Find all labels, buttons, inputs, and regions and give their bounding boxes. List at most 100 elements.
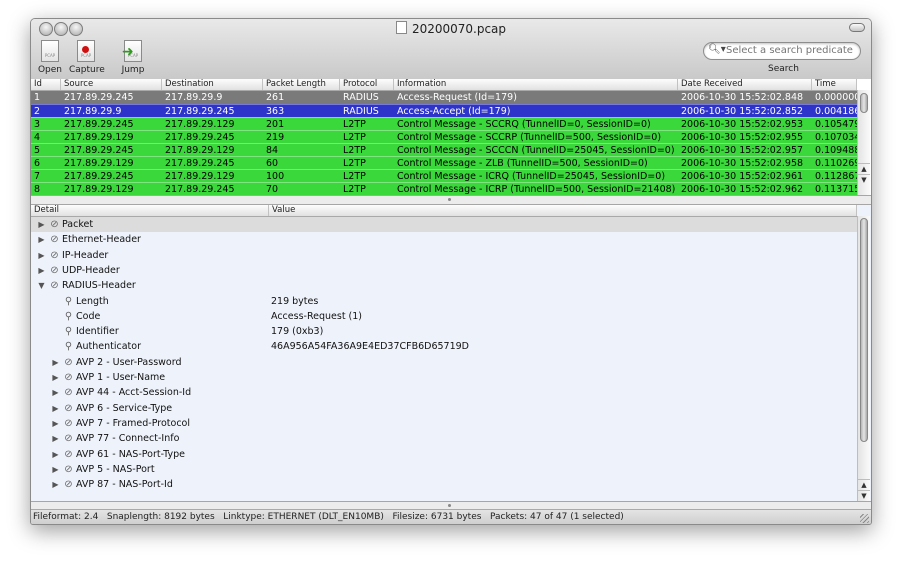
split-divider-top[interactable] (31, 195, 871, 205)
detail-row[interactable]: ▶ ⊘ AVP 7 - Framed-Protocol (31, 416, 857, 431)
column-header-protocol[interactable]: Protocol (340, 79, 394, 90)
packet-row[interactable]: 6 217.89.29.129 217.89.29.245 60 L2TP Control… (31, 156, 857, 170)
detail-label: RADIUS-Header (62, 280, 136, 292)
magnifier-icon: ⚲ (64, 326, 73, 338)
column-header-source[interactable]: Source (61, 79, 162, 90)
detail-value: 46A956A54FA36A9E4ED37CFB6D65719D (271, 341, 469, 353)
column-header-destination[interactable]: Destination (162, 79, 263, 90)
disclosure-closed-icon[interactable]: ▶ (37, 232, 46, 247)
scroll-up-arrow-icon[interactable]: ▲ (858, 163, 870, 174)
paperclip-icon: ⊘ (64, 372, 73, 383)
detail-row[interactable]: ▶ ⊘ AVP 5 - NAS-Port (31, 462, 857, 477)
detail-label: AVP 44 - Acct-Session-Id (76, 387, 192, 399)
search-icon[interactable]: 🔍︎▾ (708, 44, 726, 55)
paperclip-icon: ⊘ (64, 479, 73, 491)
packet-list-header: Id Source Destination Packet Length Protocol… (31, 79, 857, 91)
detail-label: AVP 5 - NAS-Port (76, 463, 155, 475)
detail-row[interactable]: ▶ ⊘ AVP 77 - Connect-Info (31, 431, 857, 446)
packet-row[interactable]: 8 217.89.29.129 217.89.29.245 70 L2TP Control… (31, 182, 857, 196)
detail-row[interactable]: ▶ ⊘ AVP 44 - Acct-Session-Id (31, 385, 857, 400)
paperclip-icon: ⊘ (64, 463, 73, 475)
resize-grip-icon[interactable] (860, 514, 869, 523)
split-handle-icon (448, 504, 451, 507)
detail-scrollbar[interactable]: ▲ ▼ (857, 216, 870, 501)
search-field[interactable]: 🔍︎▾ (703, 42, 861, 60)
window-title-text: 20200070.pcap (411, 22, 507, 36)
column-header-id[interactable]: Id (31, 79, 61, 90)
detail-row[interactable]: ▶ ⊘ AVP 6 - Service-Type (31, 401, 857, 416)
packet-row[interactable]: 1 217.89.29.245 217.89.29.9 261 RADIUS Access… (31, 91, 857, 104)
packet-row[interactable]: 7 217.89.29.245 217.89.29.129 100 L2TP Contro… (31, 169, 857, 183)
detail-label: AVP 7 - Framed-Protocol (76, 417, 190, 429)
disclosure-closed-icon[interactable]: ▶ (51, 416, 60, 431)
capture-button[interactable]: PCAP Capture (69, 40, 105, 75)
disclosure-closed-icon[interactable]: ▶ (51, 431, 60, 446)
packet-cell-destination: 217.89.29.9 (165, 92, 223, 103)
detail-column-header-value[interactable]: Value (269, 205, 857, 216)
paperclip-icon: ⊘ (64, 448, 73, 460)
detail-scroll-up-arrow-icon[interactable]: ▲ (858, 479, 870, 490)
detail-row[interactable]: ⚲ Length 219 bytes (31, 294, 857, 309)
paperclip-icon: ⊘ (50, 249, 59, 261)
disclosure-closed-icon[interactable]: ▶ (37, 263, 46, 278)
paperclip-icon: ⊘ (50, 264, 59, 276)
packet-list: Id Source Destination Packet Length Protocol… (31, 79, 871, 196)
packet-cell-protocol: RADIUS (343, 92, 379, 103)
search-input[interactable] (726, 44, 854, 57)
disclosure-closed-icon[interactable]: ▶ (37, 217, 46, 232)
packet-row[interactable]: 4 217.89.29.129 217.89.29.245 219 L2TP Contro… (31, 130, 857, 144)
disclosure-closed-icon[interactable]: ▶ (51, 477, 60, 492)
detail-value: Access-Request (1) (271, 310, 363, 322)
disclosure-closed-icon[interactable]: ▶ (51, 385, 60, 400)
jump-button[interactable]: PCAP ➜ Jump (116, 40, 150, 75)
detail-label: AVP 1 - User-Name (76, 372, 166, 383)
column-header-length[interactable]: Packet Length (263, 79, 340, 90)
disclosure-closed-icon[interactable]: ▶ (51, 447, 60, 462)
toolbar-toggle-button[interactable] (849, 23, 865, 32)
scroll-down-arrow-icon[interactable]: ▼ (858, 174, 870, 185)
paperclip-icon: ⊘ (64, 433, 73, 445)
paperclip-icon: ⊘ (64, 402, 73, 414)
detail-label: UDP-Header (62, 264, 120, 276)
disclosure-open-icon[interactable]: ▼ (37, 278, 46, 293)
jump-label: Jump (121, 65, 145, 75)
detail-row[interactable]: ▶ ⊘ Packet (31, 217, 857, 232)
packet-scroll-thumb[interactable] (860, 93, 868, 113)
detail-row[interactable]: ▶ ⊘ AVP 87 - NAS-Port-Id (31, 477, 857, 492)
disclosure-closed-icon[interactable]: ▶ (51, 370, 60, 385)
detail-label: Ethernet-Header (62, 234, 141, 246)
detail-row[interactable]: ▶ ⊘ AVP 2 - User-Password (31, 355, 857, 370)
detail-header: Detail Value (31, 205, 857, 217)
detail-row[interactable]: ▶ ⊘ IP-Header (31, 248, 857, 263)
detail-row[interactable]: ▼ ⊘ RADIUS-Header (31, 278, 857, 293)
detail-row[interactable]: ▶ ⊘ Ethernet-Header (31, 232, 857, 247)
disclosure-closed-icon[interactable]: ▶ (37, 248, 46, 263)
detail-value: 219 bytes (271, 295, 319, 307)
column-header-date[interactable]: Date Received (678, 79, 812, 90)
packet-row[interactable]: 2 217.89.29.9 217.89.29.245 363 RADIUS Access… (31, 104, 857, 118)
disclosure-closed-icon[interactable]: ▶ (51, 355, 60, 370)
packet-row[interactable]: 3 217.89.29.245 217.89.29.129 201 L2TP Contro… (31, 117, 857, 131)
detail-row[interactable]: ▶ ⊘ AVP 61 - NAS-Port-Type (31, 447, 857, 462)
disclosure-closed-icon[interactable]: ▶ (51, 462, 60, 477)
paperclip-icon: ⊘ (64, 356, 73, 368)
detail-column-header-detail[interactable]: Detail (31, 205, 269, 216)
packet-list-scrollbar[interactable]: ▲ ▼ (857, 90, 870, 195)
packet-row[interactable]: 5 217.89.29.245 217.89.29.129 84 L2TP Control… (31, 143, 857, 157)
detail-row[interactable]: ⚲ Authenticator 46A956A54FA36A9E4ED37CFB6D… (31, 339, 857, 354)
detail-scroll-down-arrow-icon[interactable]: ▼ (858, 490, 870, 501)
disclosure-closed-icon[interactable]: ▶ (51, 401, 60, 416)
detail-row[interactable]: ⚲ Code Access-Request (1) (31, 309, 857, 324)
column-header-info[interactable]: Information (394, 79, 678, 90)
open-button[interactable]: PCAP Open (33, 40, 67, 75)
detail-row[interactable]: ▶ ⊘ UDP-Header (31, 263, 857, 278)
column-header-time[interactable]: Time (812, 79, 857, 90)
detail-scroll-thumb[interactable] (860, 218, 868, 442)
magnifier-icon: ⚲ (64, 341, 73, 353)
detail-row[interactable]: ▶ ⊘ AVP 1 - User-Name (31, 370, 857, 385)
detail-row[interactable]: ⚲ Identifier 179 (0xb3) (31, 324, 857, 339)
pcap-file-icon: PCAP (40, 40, 60, 62)
app-window: 20200070.pcap PCAP Open PCAP Capture PCA… (30, 18, 872, 525)
title-toolbar: 20200070.pcap PCAP Open PCAP Capture PCA… (31, 19, 871, 80)
detail-label: AVP 77 - Connect-Info (76, 433, 180, 445)
